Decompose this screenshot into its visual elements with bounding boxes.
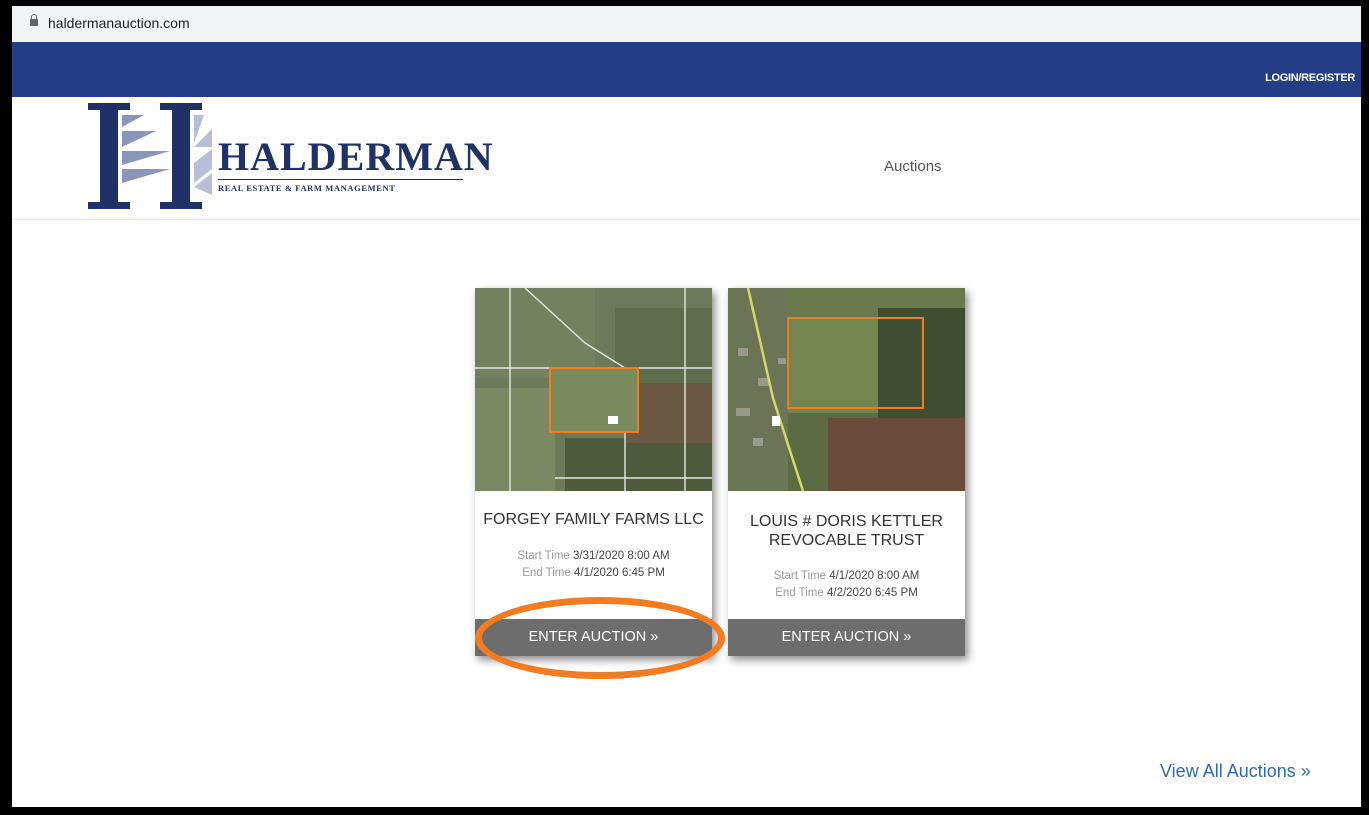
- enter-auction-button[interactable]: ENTER AUCTION »: [728, 619, 965, 656]
- halderman-logo[interactable]: HALDERMAN REAL ESTATE & FARM MANAGEMENT: [86, 103, 493, 209]
- enter-auction-button[interactable]: ENTER AUCTION »: [475, 619, 712, 656]
- start-time-value: 4/1/2020 8:00 AM: [829, 570, 920, 582]
- end-time-value: 4/2/2020 6:45 PM: [826, 587, 918, 599]
- brand-name: HALDERMAN: [218, 134, 494, 179]
- auction-card[interactable]: LOUIS # DORIS KETTLER REVOCABLE TRUST St…: [728, 288, 965, 656]
- lock-icon: [30, 14, 38, 26]
- property-map-image[interactable]: [728, 288, 965, 491]
- start-time-value: 3/31/2020 8:00 AM: [573, 550, 670, 562]
- url-text[interactable]: haldermanauction.com: [48, 15, 190, 31]
- auction-card[interactable]: FORGEY FAMILY FARMS LLC Start Time 3/31/…: [475, 288, 712, 656]
- nav-auctions-link[interactable]: Auctions: [884, 158, 942, 175]
- end-time-label: End Time: [522, 567, 571, 579]
- auction-times: Start Time 3/31/2020 8:00 AM End Time 4/…: [475, 548, 712, 582]
- auction-title-line1: LOUIS # DORIS KETTLER: [750, 513, 943, 530]
- top-nav-bar: LOGIN/REGISTER: [12, 42, 1361, 97]
- auction-title: LOUIS # DORIS KETTLER REVOCABLE TRUST: [728, 512, 965, 550]
- end-time-value: 4/1/2020 6:45 PM: [573, 567, 665, 579]
- start-time-label: Start Time: [773, 570, 827, 582]
- aerial-map-1: [475, 288, 712, 491]
- site-header: HALDERMAN REAL ESTATE & FARM MANAGEMENT …: [12, 97, 1361, 220]
- halderman-logo-mark: [88, 103, 212, 209]
- login-register-link[interactable]: LOGIN/REGISTER: [1265, 72, 1355, 84]
- aerial-map-2: [728, 288, 965, 491]
- auction-times: Start Time 4/1/2020 8:00 AM End Time 4/2…: [728, 568, 965, 602]
- auction-title: FORGEY FAMILY FARMS LLC: [483, 511, 704, 528]
- auction-title-line2: REVOCABLE TRUST: [768, 532, 925, 549]
- brand-divider: [218, 179, 463, 180]
- brand-tagline: REAL ESTATE & FARM MANAGEMENT: [218, 183, 396, 193]
- property-map-image[interactable]: [475, 288, 712, 491]
- end-time-label: End Time: [775, 587, 824, 599]
- address-bar[interactable]: haldermanauction.com: [12, 6, 1361, 43]
- browser-window: haldermanauction.com LOGIN/REGISTER HALD…: [12, 6, 1361, 807]
- view-all-auctions-link[interactable]: View All Auctions »: [1160, 761, 1311, 782]
- start-time-label: Start Time: [517, 550, 570, 562]
